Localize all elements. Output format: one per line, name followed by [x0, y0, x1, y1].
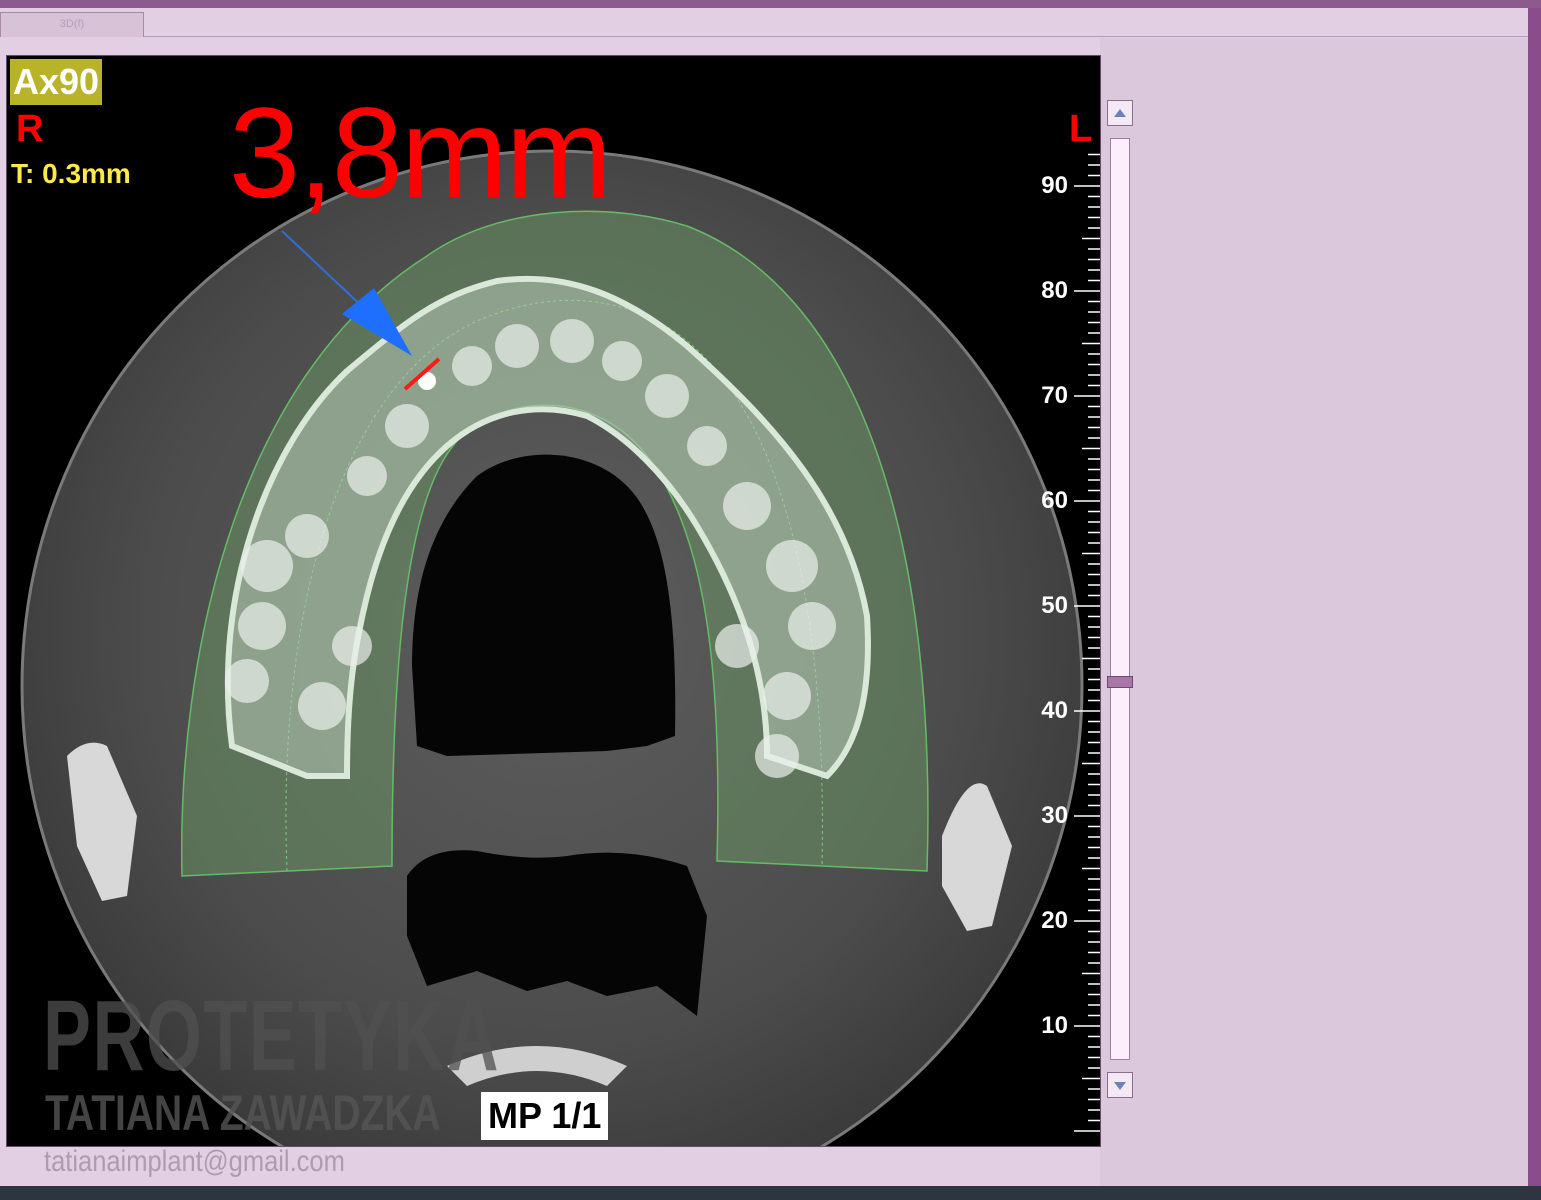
slice-scroll-thumb[interactable] [1107, 676, 1133, 688]
ruler-tick-label: 50 [1041, 592, 1068, 619]
ruler-tick-label: 90 [1041, 172, 1068, 199]
arrow-up-icon [1114, 109, 1126, 117]
measurement-value: 3,8mm [229, 82, 612, 225]
slice-scroll-up-button[interactable] [1107, 100, 1133, 126]
slice-scroll-down-button[interactable] [1107, 1072, 1133, 1098]
side-panel [1100, 38, 1528, 1186]
tab-3d[interactable]: 3D(f) [0, 12, 144, 37]
ruler-tick-label: 80 [1041, 277, 1068, 304]
view-label: Ax90 [10, 59, 103, 105]
window-top-border [0, 0, 1541, 8]
watermark-title: PROTETYKA [43, 980, 500, 1092]
slice-scroll-track[interactable] [1110, 138, 1130, 1060]
ruler-tick-label: 10 [1041, 1012, 1068, 1039]
axial-ct-viewer[interactable]: Ax90 R L T: 0.3mm 3,8mm PROTETYKA TATIAN… [6, 55, 1101, 1147]
window-right-border [1528, 8, 1541, 1186]
page-indicator: MP 1/1 [481, 1092, 609, 1140]
watermark-name: TATIANA ZAWADZKA [45, 1085, 441, 1141]
tab-bar: 3D(f) [0, 8, 1528, 37]
orientation-right-label: R [16, 108, 44, 150]
depth-ruler [1074, 153, 1100, 1132]
ruler-tick-label: 70 [1041, 382, 1068, 409]
watermark-email: tatianaimplant@gmail.com [44, 1145, 345, 1178]
ruler-tick-label: 20 [1041, 907, 1068, 934]
arrow-down-icon [1114, 1082, 1126, 1090]
ruler-tick-label: 30 [1041, 802, 1068, 829]
taskbar-strip [0, 1186, 1541, 1200]
ruler-tick-label: 40 [1041, 697, 1068, 724]
ruler-tick-label: 60 [1041, 487, 1068, 514]
slice-thickness-label: T: 0.3mm [11, 158, 131, 189]
orientation-left-label: L [1069, 108, 1093, 150]
